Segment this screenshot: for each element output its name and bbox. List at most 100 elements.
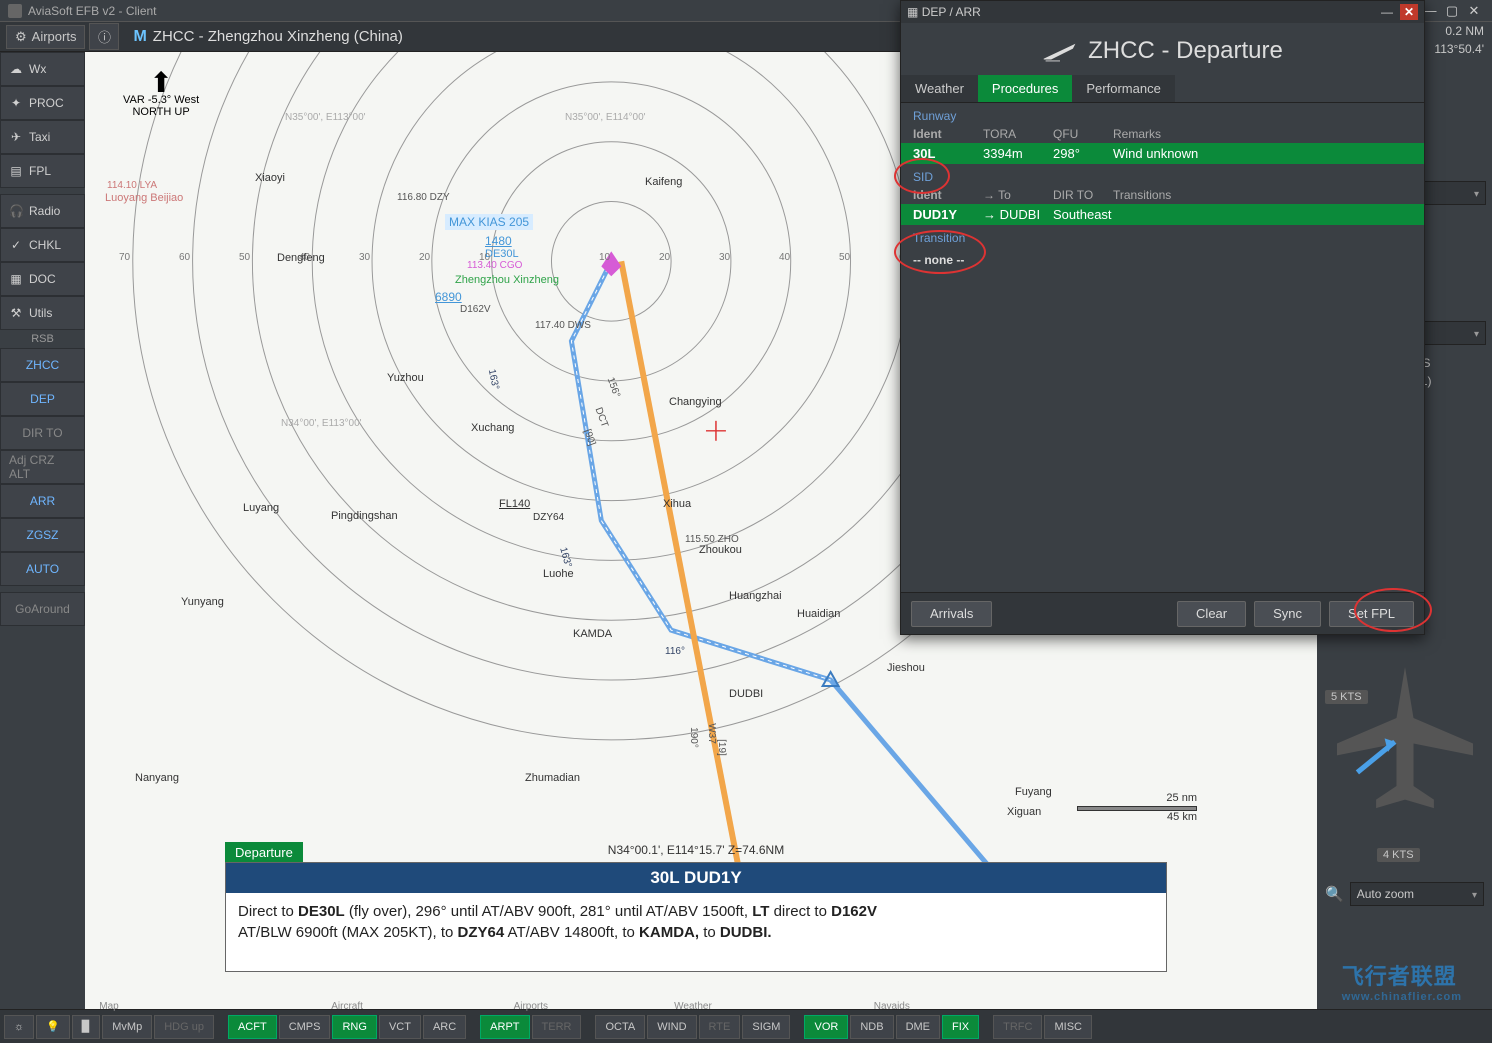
fix-button[interactable]: FIX	[942, 1015, 979, 1039]
fl140-label: FL140	[499, 498, 530, 510]
sidebar-fpl[interactable]: ▤FPL	[0, 154, 85, 188]
place-luoyang: Luoyang Beijiao	[105, 192, 183, 204]
modal-header-text: ZHCC - Departure	[1088, 37, 1283, 65]
sigm-button[interactable]: SIGM	[742, 1015, 790, 1039]
sidebar-taxi[interactable]: ✈Taxi	[0, 120, 85, 154]
night-button[interactable]: 💡	[36, 1015, 70, 1039]
sid-trans	[1113, 207, 1412, 222]
gear-icon: ⚙	[15, 29, 27, 45]
page-title: ZHCC - Zhengzhou Xinzheng (China)	[153, 28, 403, 45]
place-fuyang: Fuyang	[1015, 786, 1052, 798]
airports-button[interactable]: ⚙ Airports	[6, 25, 85, 49]
rte-button[interactable]: RTE	[699, 1015, 741, 1039]
sidebar-proc[interactable]: ✦PROC	[0, 86, 85, 120]
sidebar-chkl[interactable]: ✓CHKL	[0, 228, 85, 262]
app-icon	[8, 4, 22, 18]
range-ring-label: 10	[599, 252, 610, 263]
doc-icon: ▦	[9, 272, 23, 286]
vct-button[interactable]: VCT	[379, 1015, 421, 1039]
departure-tag[interactable]: Departure	[225, 842, 303, 863]
trfc-button[interactable]: TRFC	[993, 1015, 1042, 1039]
chevron-down-icon	[1472, 887, 1477, 901]
infocard-body: Direct to DE30L (fly over), 296° until A…	[226, 893, 1166, 951]
taxi-icon: ✈	[9, 130, 23, 144]
arpt-button[interactable]: ARPT	[480, 1015, 529, 1039]
sidebar-doc[interactable]: ▦DOC	[0, 262, 85, 296]
sid-ident: DUD1Y	[913, 207, 983, 222]
transition-none[interactable]: -- none --	[901, 247, 1424, 273]
clear-button[interactable]: Clear	[1177, 601, 1246, 627]
brightness-button[interactable]: ☼	[4, 1015, 34, 1039]
sidebar-goaround[interactable]: GoAround	[0, 592, 85, 626]
sidebar-utils[interactable]: ⚒Utils	[0, 296, 85, 330]
sidebar-zgsz[interactable]: ZGSZ	[0, 518, 85, 552]
mvmp-button[interactable]: MvMp	[102, 1015, 152, 1039]
dme-button[interactable]: DME	[896, 1015, 940, 1039]
arrivals-button[interactable]: Arrivals	[911, 601, 992, 627]
modal-close[interactable]: ✕	[1400, 4, 1418, 20]
place-xiguan: Xiguan	[1007, 806, 1041, 818]
utils-icon: ⚒	[9, 306, 23, 320]
sid-to: → DUDBI	[983, 207, 1053, 222]
tab-procedures[interactable]: Procedures	[978, 75, 1072, 102]
cgo-label: 113.40 CGO	[467, 260, 522, 271]
runway-row[interactable]: 30L 3394m 298° Wind unknown	[901, 143, 1424, 164]
setfpl-button[interactable]: Set FPL	[1329, 601, 1414, 627]
window-maximize[interactable]: ▢	[1442, 3, 1462, 19]
place-xiaoyi: Xiaoyi	[255, 172, 285, 184]
sid-row[interactable]: DUD1Y → DUDBI Southeast	[901, 204, 1424, 225]
window-close[interactable]: ✕	[1464, 3, 1484, 19]
modal-title: DEP / ARR	[922, 5, 981, 19]
hdgup-button[interactable]: HDG up	[154, 1015, 214, 1039]
wind-top-badge: 5 KTS	[1325, 690, 1368, 704]
sidebar-radio[interactable]: 🎧Radio	[0, 194, 85, 228]
search-icon[interactable]: 🔍	[1325, 885, 1344, 903]
arc-button[interactable]: ARC	[423, 1015, 466, 1039]
misc-button[interactable]: MISC	[1044, 1015, 1092, 1039]
dzy-label: 116.80 DZY	[397, 192, 450, 203]
acft-button[interactable]: ACFT	[228, 1015, 277, 1039]
range-ring-label: 20	[659, 252, 670, 263]
scale-km: 45 km	[1077, 811, 1197, 823]
sidebar-adjcrz[interactable]: Adj CRZ ALT	[0, 450, 85, 484]
place-yunyang: Yunyang	[181, 596, 224, 608]
rng-button[interactable]: RNG	[332, 1015, 376, 1039]
departure-icon	[1042, 37, 1078, 65]
sidebar-auto[interactable]: AUTO	[0, 552, 85, 586]
place-xihua: Xihua	[663, 498, 691, 510]
layers-button[interactable]: ▉	[72, 1015, 100, 1039]
procedure-info-card: N34°00.1', E114°15.7' Z=74.6NM 30L DUD1Y…	[225, 862, 1167, 972]
tab-weather[interactable]: Weather	[901, 75, 978, 102]
chevron-down-icon	[1474, 186, 1479, 200]
place-huaidian: Huaidian	[797, 608, 840, 620]
modal-minimize[interactable]: —	[1378, 4, 1396, 20]
sidebar-zhcc[interactable]: ZHCC	[0, 348, 85, 382]
sidebar-arr[interactable]: ARR	[0, 484, 85, 518]
grid-coord-3: N34°00', E113°00'	[281, 418, 362, 429]
tab-performance[interactable]: Performance	[1072, 75, 1174, 102]
place-luyang: Luyang	[243, 502, 279, 514]
sync-button[interactable]: Sync	[1254, 601, 1321, 627]
range-ring-label: 60	[179, 252, 190, 263]
place-xuchang: Xuchang	[471, 422, 514, 434]
left-sidebar: ☁Wx ✦PROC ✈Taxi ▤FPL 🎧Radio ✓CHKL ▦DOC ⚒…	[0, 52, 85, 1009]
info-button[interactable]: ⓘ	[89, 23, 119, 50]
ndb-button[interactable]: NDB	[850, 1015, 893, 1039]
modal-tabs: Weather Procedures Performance	[901, 75, 1424, 103]
sidebar-wx[interactable]: ☁Wx	[0, 52, 85, 86]
vor-button[interactable]: VOR	[804, 1015, 848, 1039]
sidebar-dep[interactable]: DEP	[0, 382, 85, 416]
octa-button[interactable]: OCTA	[595, 1015, 645, 1039]
modal-footer: Arrivals Clear Sync Set FPL	[901, 592, 1424, 634]
autozoom-dropdown[interactable]: Auto zoom	[1350, 882, 1484, 906]
terr-button[interactable]: TERR	[532, 1015, 582, 1039]
wind-diagram: 5 KTS 4 KTS	[1317, 650, 1492, 870]
m-glyph: M	[133, 28, 146, 46]
modal-titlebar[interactable]: ▦ DEP / ARR — ✕	[901, 1, 1424, 23]
cmps-button[interactable]: CMPS	[279, 1015, 331, 1039]
scale-bar: 25 nm 45 km	[1077, 792, 1197, 823]
wind-button[interactable]: WIND	[647, 1015, 696, 1039]
app-title: AviaSoft EFB v2 - Client	[28, 4, 157, 18]
range-ring-label: 70	[119, 252, 130, 263]
sidebar-dirto[interactable]: DIR TO	[0, 416, 85, 450]
